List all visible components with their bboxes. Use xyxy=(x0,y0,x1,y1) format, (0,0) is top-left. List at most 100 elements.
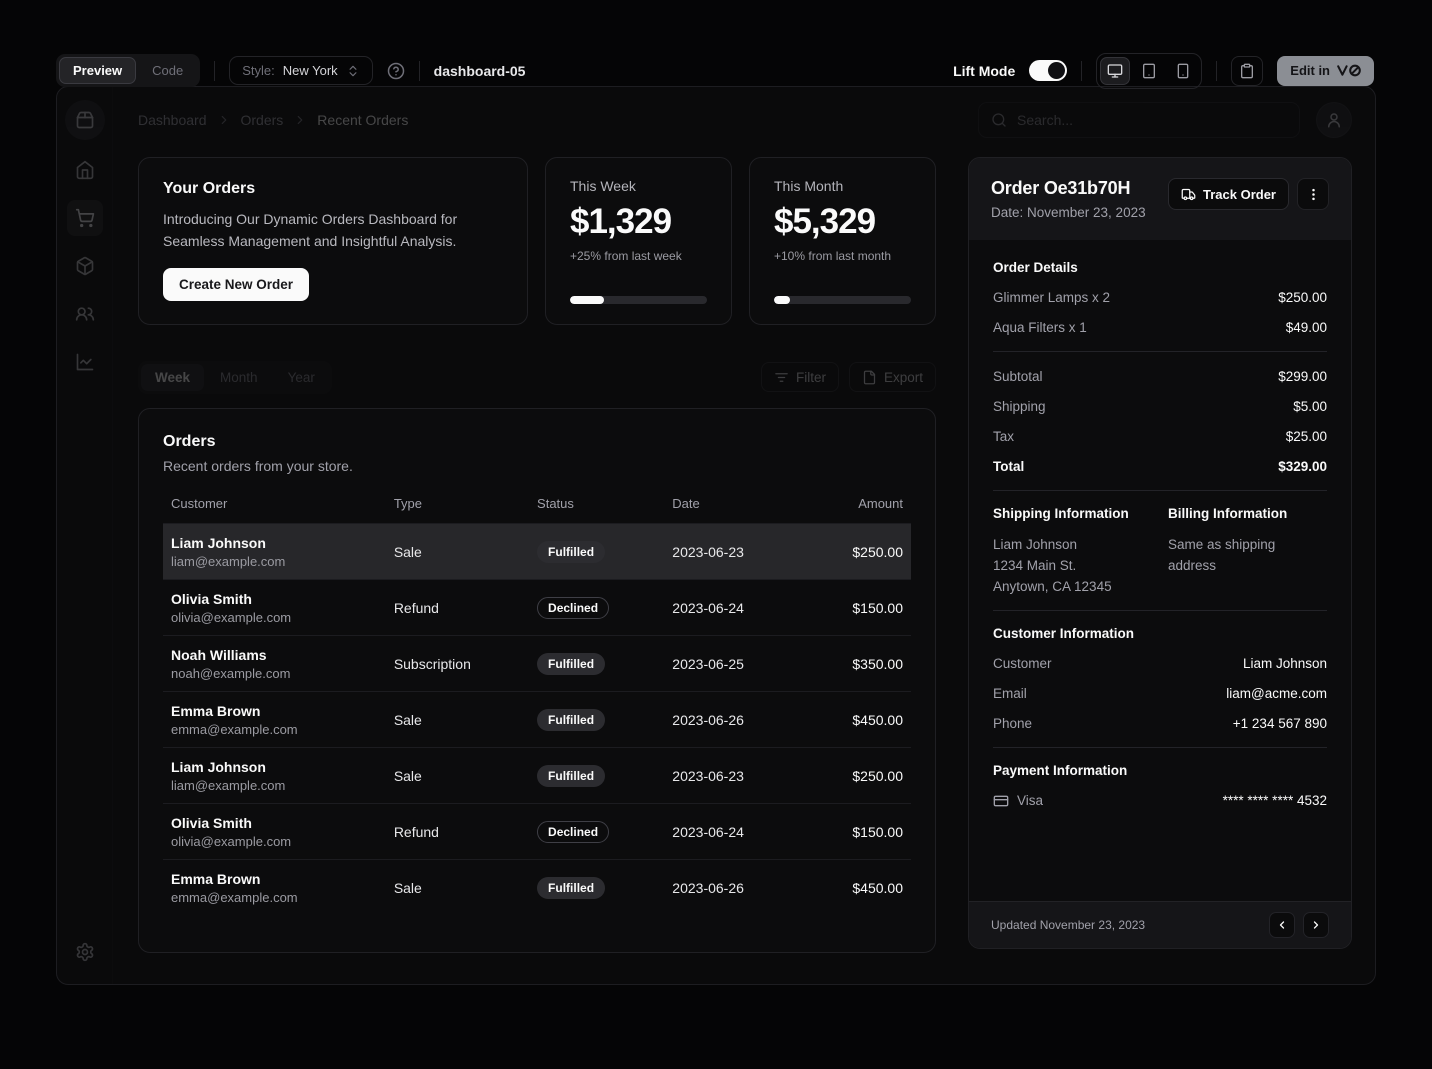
track-order-label: Track Order xyxy=(1203,187,1276,202)
stat-value: $5,329 xyxy=(774,202,911,242)
tab-year[interactable]: Year xyxy=(274,364,329,391)
order-date: 2023-06-25 xyxy=(664,636,799,692)
app-logo[interactable] xyxy=(65,100,105,140)
credit-card-icon xyxy=(993,793,1009,809)
style-select[interactable]: Style: New York xyxy=(229,56,372,85)
card-number: **** **** **** 4532 xyxy=(1223,791,1327,811)
table-row[interactable]: Olivia Smitholivia@example.com Refund De… xyxy=(163,580,911,636)
search-input[interactable] xyxy=(1017,112,1287,128)
phone-value: +1 234 567 890 xyxy=(1233,714,1327,734)
tab-month[interactable]: Month xyxy=(206,364,272,391)
breadcrumb: Dashboard Orders Recent Orders xyxy=(138,112,408,128)
chevrons-up-down-icon xyxy=(346,64,360,78)
avatar[interactable] xyxy=(1316,102,1352,138)
status-badge: Declined xyxy=(537,597,609,619)
customer-info-title: Customer Information xyxy=(993,626,1327,641)
payment-info-title: Payment Information xyxy=(993,763,1327,778)
status-badge: Fulfilled xyxy=(537,541,605,563)
lift-mode-toggle[interactable] xyxy=(1029,60,1067,81)
track-order-button[interactable]: Track Order xyxy=(1168,178,1289,210)
table-row[interactable]: Noah Williamsnoah@example.com Subscripti… xyxy=(163,636,911,692)
previous-order-button[interactable] xyxy=(1269,912,1295,938)
view-switcher: Preview Code xyxy=(56,54,200,87)
tax-value: $25.00 xyxy=(1286,427,1327,447)
style-select-label: Style: xyxy=(242,63,275,78)
orders-card-title: Orders xyxy=(163,433,911,451)
customer-name: Noah Williams xyxy=(171,647,378,663)
export-button[interactable]: Export xyxy=(849,362,936,392)
stat-change: +25% from last week xyxy=(570,249,707,263)
tab-week[interactable]: Week xyxy=(141,364,204,391)
tablet-view-button[interactable] xyxy=(1134,57,1164,85)
subtotal-label: Subtotal xyxy=(993,367,1043,387)
search-input-wrapper xyxy=(978,102,1300,138)
table-row[interactable]: Liam Johnsonliam@example.com Sale Fulfil… xyxy=(163,748,911,804)
copy-code-button[interactable] xyxy=(1231,56,1263,86)
sidebar-item-home[interactable] xyxy=(67,152,103,188)
more-options-button[interactable] xyxy=(1297,178,1329,210)
order-amount: $250.00 xyxy=(800,524,911,580)
order-amount: $450.00 xyxy=(800,692,911,748)
order-item-row: Glimmer Lamps x 2 $250.00 xyxy=(993,288,1327,308)
orders-table: Customer Type Status Date Amount Liam Jo… xyxy=(163,488,911,916)
tab-code[interactable]: Code xyxy=(138,57,197,84)
progress-fill xyxy=(570,296,604,304)
customer-row: Customer Liam Johnson xyxy=(993,654,1327,674)
customer-email: emma@example.com xyxy=(171,890,378,905)
sidebar-item-settings[interactable] xyxy=(67,934,103,970)
status-badge: Fulfilled xyxy=(537,765,605,787)
next-order-button[interactable] xyxy=(1303,912,1329,938)
table-row[interactable]: Emma Brownemma@example.com Sale Fulfille… xyxy=(163,860,911,916)
mobile-view-button[interactable] xyxy=(1168,57,1198,85)
tablet-icon xyxy=(1141,63,1157,79)
stat-label: This Month xyxy=(774,178,911,194)
page-title: dashboard-05 xyxy=(434,63,526,79)
style-select-value: New York xyxy=(283,63,338,78)
status-badge: Fulfilled xyxy=(537,653,605,675)
promo-card-description: Introducing Our Dynamic Orders Dashboard… xyxy=(163,208,493,253)
customer-name: Liam Johnson xyxy=(171,535,378,551)
total-row: Total $329.00 xyxy=(993,457,1327,477)
promo-card-title: Your Orders xyxy=(163,180,503,198)
truck-icon xyxy=(1181,187,1196,202)
customer-name: Olivia Smith xyxy=(171,815,378,831)
sidebar-item-orders[interactable] xyxy=(67,200,103,236)
breadcrumb-dashboard[interactable]: Dashboard xyxy=(138,112,207,128)
sidebar xyxy=(57,87,113,984)
separator xyxy=(993,610,1327,611)
create-new-order-button[interactable]: Create New Order xyxy=(163,268,309,301)
smartphone-icon xyxy=(1175,63,1191,79)
file-export-icon xyxy=(862,370,877,385)
clipboard-icon xyxy=(1239,63,1255,79)
email-row: Email liam@acme.com xyxy=(993,684,1327,704)
shipping-label: Shipping xyxy=(993,397,1046,417)
order-id-title: Order Oe31b70H xyxy=(991,178,1146,199)
v0-logo-icon xyxy=(1337,64,1361,77)
separator xyxy=(993,747,1327,748)
status-badge: Fulfilled xyxy=(537,709,605,731)
sidebar-item-products[interactable] xyxy=(67,248,103,284)
item-label: Aqua Filters x 1 xyxy=(993,318,1087,338)
divider xyxy=(214,61,215,81)
sidebar-item-analytics[interactable] xyxy=(67,344,103,380)
order-amount: $250.00 xyxy=(800,748,911,804)
sidebar-item-customers[interactable] xyxy=(67,296,103,332)
order-type: Sale xyxy=(386,524,529,580)
item-value: $250.00 xyxy=(1278,288,1327,308)
table-row[interactable]: Olivia Smitholivia@example.com Refund De… xyxy=(163,804,911,860)
total-label: Total xyxy=(993,457,1024,477)
customer-name: Olivia Smith xyxy=(171,591,378,607)
filter-button[interactable]: Filter xyxy=(761,362,839,392)
table-row[interactable]: Emma Brownemma@example.com Sale Fulfille… xyxy=(163,692,911,748)
top-toolbar: Preview Code Style: New York dashboard-0… xyxy=(0,0,1432,86)
tab-preview[interactable]: Preview xyxy=(59,57,136,84)
table-row[interactable]: Liam Johnsonliam@example.com Sale Fulfil… xyxy=(163,524,911,580)
col-type: Type xyxy=(386,488,529,524)
help-icon[interactable] xyxy=(387,62,405,80)
phone-label: Phone xyxy=(993,714,1032,734)
order-amount: $350.00 xyxy=(800,636,911,692)
breadcrumb-orders[interactable]: Orders xyxy=(241,112,284,128)
desktop-view-button[interactable] xyxy=(1100,57,1130,85)
edit-in-v0-button[interactable]: Edit in xyxy=(1277,56,1374,86)
separator xyxy=(993,490,1327,491)
